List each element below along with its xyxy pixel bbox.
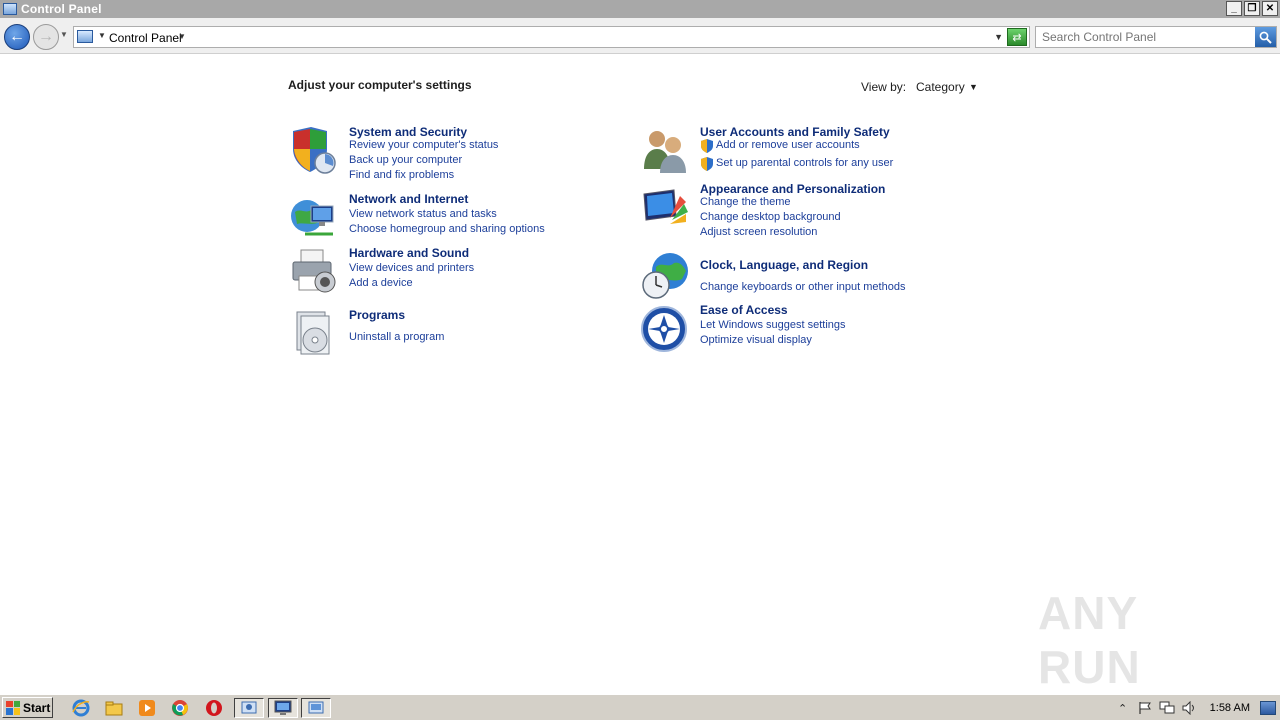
category-link[interactable]: Adjust screen resolution (700, 226, 817, 238)
category-clock-language-region: Clock, Language, and Region Change keybo… (640, 251, 960, 303)
show-hidden-icons-icon[interactable]: ⌃ (1112, 698, 1134, 718)
category-title[interactable]: Clock, Language, and Region (700, 258, 868, 272)
category-hardware-sound: Hardware and Sound View devices and prin… (289, 246, 589, 298)
search-box[interactable] (1035, 26, 1277, 48)
remote-desktop-task-icon[interactable] (268, 698, 298, 718)
close-button[interactable]: ✕ (1262, 1, 1278, 16)
category-link[interactable]: Find and fix problems (349, 169, 454, 181)
category-link[interactable]: Add a device (349, 277, 413, 289)
minimize-button[interactable]: _ (1226, 1, 1242, 16)
start-label: Start (23, 700, 51, 715)
maximize-button[interactable]: ❐ (1244, 1, 1260, 16)
category-link[interactable]: Let Windows suggest settings (700, 319, 846, 331)
category-user-accounts: User Accounts and Family Safety Add or r… (640, 125, 960, 177)
control-panel-task-icon[interactable] (234, 698, 264, 718)
control-panel-icon (3, 3, 17, 15)
category-link[interactable]: Review your computer's status (349, 139, 498, 151)
breadcrumb[interactable]: Control Panel (109, 31, 182, 45)
monitor-palette-icon[interactable] (640, 182, 690, 232)
shield-icon[interactable] (289, 125, 339, 175)
window-title: Control Panel (21, 2, 102, 16)
control-panel-window-icon[interactable] (301, 698, 331, 718)
address-bar: ← → ▼ ▼ Control Panel ▼ ▼ ⇄ (0, 18, 1280, 54)
view-by-label: View by: (861, 80, 907, 94)
address-field[interactable]: ▼ Control Panel ▼ ▼ ⇄ (73, 26, 1030, 48)
chrome-icon[interactable] (169, 698, 191, 718)
category-link[interactable]: Choose homegroup and sharing options (349, 223, 545, 235)
category-title[interactable]: Appearance and Personalization (700, 182, 885, 196)
uac-shield-icon (701, 139, 713, 153)
category-title[interactable]: System and Security (349, 125, 467, 139)
show-desktop-button[interactable] (1260, 701, 1276, 715)
category-title[interactable]: Programs (349, 308, 405, 322)
category-link[interactable]: View network status and tasks (349, 208, 497, 220)
control-panel-icon (77, 30, 93, 43)
forward-button[interactable]: → (33, 24, 59, 50)
title-bar: Control Panel _ ❐ ✕ (0, 0, 1280, 18)
category-title[interactable]: Network and Internet (349, 192, 468, 206)
file-explorer-icon[interactable] (103, 698, 125, 718)
chevron-down-icon[interactable]: ▼ (969, 82, 978, 92)
start-button[interactable]: Start (2, 697, 53, 718)
category-link[interactable]: Add or remove user accounts (700, 139, 860, 153)
taskbar: Start ⌃ 1:58 AM (0, 694, 1280, 720)
windows-flag-icon (6, 700, 20, 715)
anyrun-watermark: ANY RUN (1038, 587, 1141, 693)
link-label[interactable]: Add or remove user accounts (716, 139, 860, 151)
category-ease-of-access: Ease of Access Let Windows suggest setti… (640, 303, 960, 355)
category-title[interactable]: User Accounts and Family Safety (700, 125, 890, 139)
internet-explorer-icon[interactable] (70, 698, 92, 718)
printer-speaker-icon[interactable] (289, 246, 339, 296)
breadcrumb-separator-icon[interactable]: ▼ (98, 31, 106, 40)
category-link[interactable]: Set up parental controls for any user (700, 157, 893, 171)
category-appearance: Appearance and Personalization Change th… (640, 182, 960, 242)
search-icon[interactable] (1255, 27, 1276, 47)
volume-icon[interactable] (1178, 698, 1200, 718)
ease-of-access-icon[interactable] (640, 303, 690, 353)
category-network-internet: Network and Internet View network status… (289, 192, 589, 244)
category-link[interactable]: View devices and printers (349, 262, 474, 274)
category-title[interactable]: Ease of Access (700, 303, 788, 317)
users-icon[interactable] (640, 125, 690, 175)
category-system-security: System and Security Review your computer… (289, 125, 589, 185)
view-by-dropdown[interactable]: Category (916, 80, 965, 94)
action-center-flag-icon[interactable] (1134, 698, 1156, 718)
system-tray: ⌃ 1:58 AM (1112, 697, 1280, 719)
programs-disc-icon[interactable] (289, 308, 339, 358)
opera-icon[interactable] (203, 698, 225, 718)
clock[interactable]: 1:58 AM (1200, 702, 1260, 714)
recent-pages-dropdown[interactable]: ▼ (60, 30, 68, 39)
category-link[interactable]: Change the theme (700, 196, 791, 208)
network-globe-icon[interactable] (289, 192, 339, 242)
clock-globe-icon[interactable] (640, 251, 690, 301)
network-icon[interactable] (1156, 698, 1178, 718)
category-programs: Programs Uninstall a program (289, 308, 589, 356)
uac-shield-icon (701, 157, 713, 171)
search-input[interactable] (1036, 27, 1256, 47)
category-title[interactable]: Hardware and Sound (349, 246, 469, 260)
refresh-icon[interactable]: ⇄ (1007, 28, 1027, 46)
category-link[interactable]: Back up your computer (349, 154, 462, 166)
category-link[interactable]: Change keyboards or other input methods (700, 281, 905, 293)
media-player-icon[interactable] (136, 698, 158, 718)
back-button[interactable]: ← (4, 24, 30, 50)
address-dropdown-icon[interactable]: ▼ (994, 32, 1003, 42)
category-link[interactable]: Optimize visual display (700, 334, 812, 346)
window-controls: _ ❐ ✕ (1226, 1, 1278, 16)
page-title: Adjust your computer's settings (288, 78, 472, 92)
link-label[interactable]: Set up parental controls for any user (716, 157, 893, 169)
breadcrumb-caret-icon[interactable]: ▼ (178, 32, 186, 41)
category-link[interactable]: Change desktop background (700, 211, 841, 223)
category-link[interactable]: Uninstall a program (349, 331, 444, 343)
